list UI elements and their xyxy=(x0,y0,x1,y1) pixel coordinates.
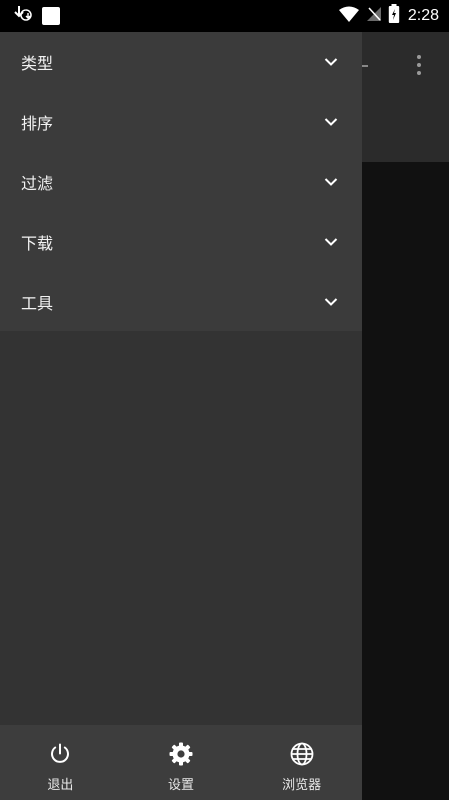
browser-button[interactable]: 浏览器 xyxy=(241,725,362,800)
overflow-menu-icon[interactable] xyxy=(412,55,426,79)
menu-item-label: 排序 xyxy=(21,114,54,133)
globe-icon xyxy=(289,741,315,767)
drawer-menu: 类型 排序 过滤 下载 工具 xyxy=(0,32,362,331)
exit-label: 退出 xyxy=(47,778,74,793)
download-notification-icon xyxy=(12,4,34,28)
battery-charging-icon xyxy=(388,4,400,28)
menu-item-filter[interactable]: 过滤 xyxy=(0,152,362,212)
app-title-underline xyxy=(362,65,368,67)
chevron-down-icon xyxy=(324,237,338,247)
chevron-down-icon xyxy=(324,117,338,127)
power-icon xyxy=(47,741,73,767)
chevron-down-icon xyxy=(324,297,338,307)
chevron-down-icon xyxy=(324,177,338,187)
browser-label: 浏览器 xyxy=(282,778,322,793)
settings-button[interactable]: 设置 xyxy=(121,725,242,800)
settings-label: 设置 xyxy=(168,778,195,793)
no-signal-icon xyxy=(366,6,382,26)
menu-item-label: 工具 xyxy=(21,294,54,313)
navigation-drawer: 类型 排序 过滤 下载 工具 退出 设置 浏览器 xyxy=(0,32,362,800)
wifi-icon xyxy=(338,6,360,26)
drawer-bottom-bar: 退出 设置 浏览器 xyxy=(0,725,362,800)
chevron-down-icon xyxy=(324,57,338,67)
menu-item-label: 下载 xyxy=(21,234,54,253)
gear-icon xyxy=(168,741,194,767)
menu-item-type[interactable]: 类型 xyxy=(0,32,362,92)
status-bar: 2:28 xyxy=(0,0,449,32)
menu-item-label: 过滤 xyxy=(21,174,54,193)
menu-item-label: 类型 xyxy=(21,54,54,73)
menu-item-sort[interactable]: 排序 xyxy=(0,92,362,152)
menu-item-tools[interactable]: 工具 xyxy=(0,272,362,332)
exit-button[interactable]: 退出 xyxy=(0,725,121,800)
menu-item-download[interactable]: 下载 xyxy=(0,212,362,272)
app-notification-icon xyxy=(42,7,60,25)
status-time: 2:28 xyxy=(407,7,439,24)
